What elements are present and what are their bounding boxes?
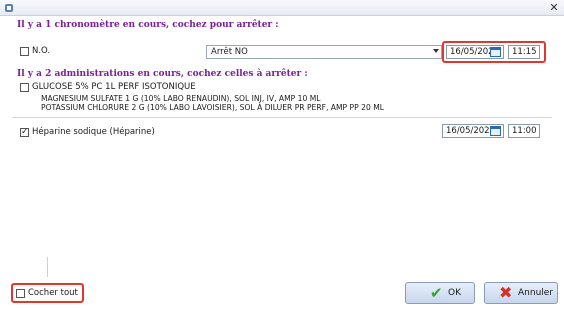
close-icon[interactable]: ✕ — [547, 1, 561, 15]
check-icon: ✔ — [430, 284, 443, 302]
admin-heparine-checkbox[interactable] — [20, 127, 29, 137]
admin-glucose-checkbox[interactable] — [20, 83, 29, 92]
ok-button[interactable]: ✔ OK — [405, 282, 475, 304]
admin-glucose-detail: POTASSIUM CHLORURE 2 G (10% LABO LAVOISI… — [41, 103, 384, 112]
heparine-date-field[interactable]: 16/05/2022 — [442, 124, 504, 138]
admin-heparine-label: Héparine sodique (Héparine) — [32, 127, 155, 137]
chevron-down-icon[interactable] — [433, 49, 439, 53]
highlight-chrono-datetime — [442, 41, 546, 63]
admin-heading: Il y a 2 administrations en cours, coche… — [17, 69, 308, 79]
chrono-no-label: N.O. — [32, 46, 51, 56]
cancel-x-icon: ✖ — [499, 283, 513, 302]
calendar-icon[interactable] — [490, 126, 501, 136]
highlight-select-all — [11, 283, 84, 303]
title-bar: ✕ — [0, 0, 564, 16]
stop-reason-select[interactable]: Arrêt NO — [206, 45, 442, 59]
stop-reason-value: Arrêt NO — [211, 47, 248, 57]
heparine-time-value: 11:00 — [512, 126, 537, 136]
chrono-heading: Il y a 1 chronomètre en cours, cochez po… — [17, 20, 279, 30]
heparine-date-value: 16/05/2022 — [446, 126, 495, 136]
app-icon — [5, 4, 13, 12]
chrono-no-checkbox[interactable] — [20, 47, 29, 56]
admin-glucose-detail: MAGNESIUM SULFATE 1 G (10% LABO RENAUDIN… — [41, 94, 321, 103]
admin-glucose-label: GLUCOSE 5% PC 1L PERF ISOTONIQUE — [32, 82, 196, 92]
cancel-button-label: Annuler — [518, 288, 554, 298]
divider — [47, 257, 48, 277]
divider — [12, 117, 552, 118]
ok-button-label: OK — [448, 288, 461, 298]
cancel-button[interactable]: ✖ Annuler — [484, 282, 558, 304]
heparine-time-field[interactable]: 11:00 — [508, 124, 540, 138]
